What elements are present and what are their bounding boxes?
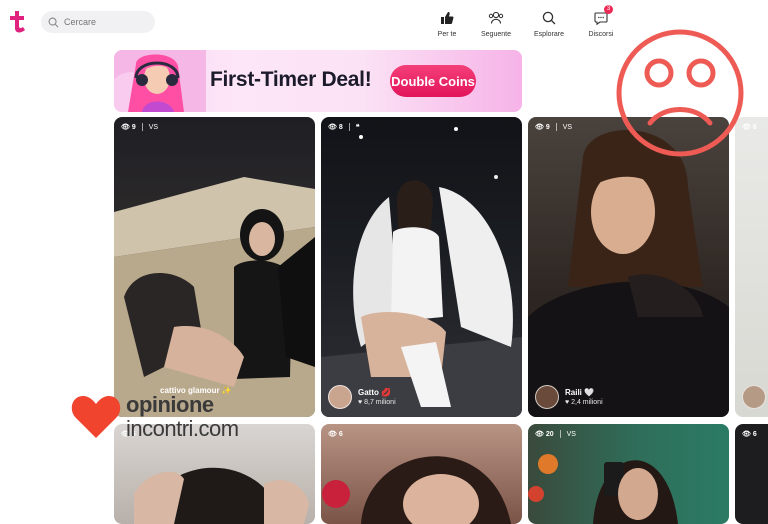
eye-icon: 👁︎ bbox=[328, 431, 337, 438]
banner-title: First-Timer Deal! bbox=[210, 68, 372, 91]
card-photo bbox=[322, 456, 511, 524]
double-coins-button[interactable]: Double Coins bbox=[390, 65, 476, 97]
watermark-logo: opinione incontri.com bbox=[70, 392, 290, 444]
people-icon bbox=[488, 8, 504, 25]
card-photo bbox=[321, 127, 522, 417]
eye-icon: 👁︎ bbox=[328, 124, 337, 131]
search-icon bbox=[48, 17, 59, 27]
card-stats: 👁︎ 8 ❝ bbox=[328, 123, 360, 131]
nav-for-you[interactable]: Per te bbox=[419, 8, 475, 38]
vs-label: VS bbox=[148, 123, 159, 131]
nav-label: Esplorare bbox=[534, 31, 564, 38]
divider bbox=[559, 430, 561, 438]
eye-icon: 👁︎ bbox=[121, 124, 130, 131]
search-input[interactable] bbox=[64, 17, 154, 27]
heart-icon: ♥ bbox=[358, 399, 363, 406]
card-photo bbox=[528, 454, 678, 524]
view-count: 9 bbox=[545, 123, 550, 131]
promo-banner[interactable]: First-Timer Deal! Double Coins bbox=[114, 50, 522, 112]
card-photo bbox=[528, 129, 729, 417]
character-name: Gatto 💋 bbox=[358, 388, 392, 397]
feed-card[interactable]: 👁︎ 8 ❝ Gatto 💋 ♥ 8,7 milioni bbox=[321, 117, 522, 417]
nav-label: Seguente bbox=[481, 31, 511, 38]
card-stats: 👁︎ 9 VS bbox=[535, 123, 572, 131]
feed-card[interactable]: 👁︎ 9 VS Raili 🤍 ♥ 2,4 milioni bbox=[528, 117, 729, 417]
vs-label: VS bbox=[566, 430, 576, 438]
character-name: Raili 🤍 bbox=[565, 388, 595, 397]
avatar bbox=[328, 385, 352, 409]
card-stats: 👁︎ 6 bbox=[742, 430, 757, 439]
card-stats: 👁︎ 20 VS bbox=[535, 430, 576, 438]
view-count: 6 bbox=[752, 123, 757, 131]
vs-label: VS bbox=[562, 123, 573, 131]
view-count: 20 bbox=[545, 430, 554, 438]
view-count: 6 bbox=[338, 430, 343, 438]
eye-icon: 👁︎ bbox=[535, 124, 544, 131]
nav-label: Per te bbox=[437, 31, 457, 38]
feed-card[interactable]: 👁︎ 6 bbox=[735, 424, 768, 524]
like-count: ♥ 2,4 milioni bbox=[565, 399, 603, 406]
feed-card[interactable]: 👁︎ 20 VS bbox=[528, 424, 729, 524]
view-count: 9 bbox=[131, 123, 136, 131]
like-count-value: 8,7 milioni bbox=[364, 399, 396, 406]
avatar bbox=[535, 385, 559, 409]
view-count: 8 bbox=[338, 123, 343, 131]
eye-icon: 👁︎ bbox=[535, 431, 544, 438]
divider bbox=[555, 123, 557, 131]
sad-face-overlay bbox=[616, 29, 744, 157]
card-footer: Raili 🤍 ♥ 2,4 milioni bbox=[535, 385, 603, 409]
divider bbox=[141, 123, 143, 131]
feed-card[interactable]: 👁︎ 6 bbox=[321, 424, 522, 524]
eye-icon: 👁︎ bbox=[742, 431, 751, 438]
heart-icon bbox=[71, 396, 121, 438]
like-count-value: 2,4 milioni bbox=[571, 399, 603, 406]
heart-icon: ♥ bbox=[565, 399, 570, 406]
card-photo bbox=[114, 177, 315, 417]
nav-explore[interactable]: Esplorare bbox=[521, 8, 577, 38]
nav-following[interactable]: Seguente bbox=[468, 8, 524, 38]
app-logo[interactable] bbox=[6, 8, 28, 36]
view-count: 6 bbox=[752, 430, 757, 438]
watermark-line-1: opinione bbox=[126, 392, 214, 417]
banner-character-image bbox=[114, 50, 206, 112]
feed-card[interactable]: 👁︎ 6 bbox=[735, 117, 768, 417]
search-bar[interactable] bbox=[41, 11, 155, 33]
search-icon bbox=[542, 8, 556, 25]
avatar bbox=[742, 385, 766, 409]
notification-badge: 3 bbox=[604, 5, 613, 14]
card-stats: 👁︎ 6 bbox=[328, 430, 343, 439]
chat-icon: 3 bbox=[594, 5, 613, 25]
feed-card[interactable]: 👁︎ 9 VS cattivo glamour ✨ bbox=[114, 117, 315, 417]
chat-bubbles-icon: ❝ bbox=[355, 124, 360, 131]
watermark-line-2: incontri.com bbox=[126, 416, 239, 441]
like-count: ♥ 8,7 milioni bbox=[358, 399, 396, 406]
nav-label: Discorsi bbox=[588, 31, 614, 38]
card-footer: Gatto 💋 ♥ 8,7 milioni bbox=[328, 385, 396, 409]
divider bbox=[348, 123, 350, 131]
thumbs-up-icon bbox=[440, 8, 454, 25]
card-stats: 👁︎ 9 VS bbox=[121, 123, 158, 131]
